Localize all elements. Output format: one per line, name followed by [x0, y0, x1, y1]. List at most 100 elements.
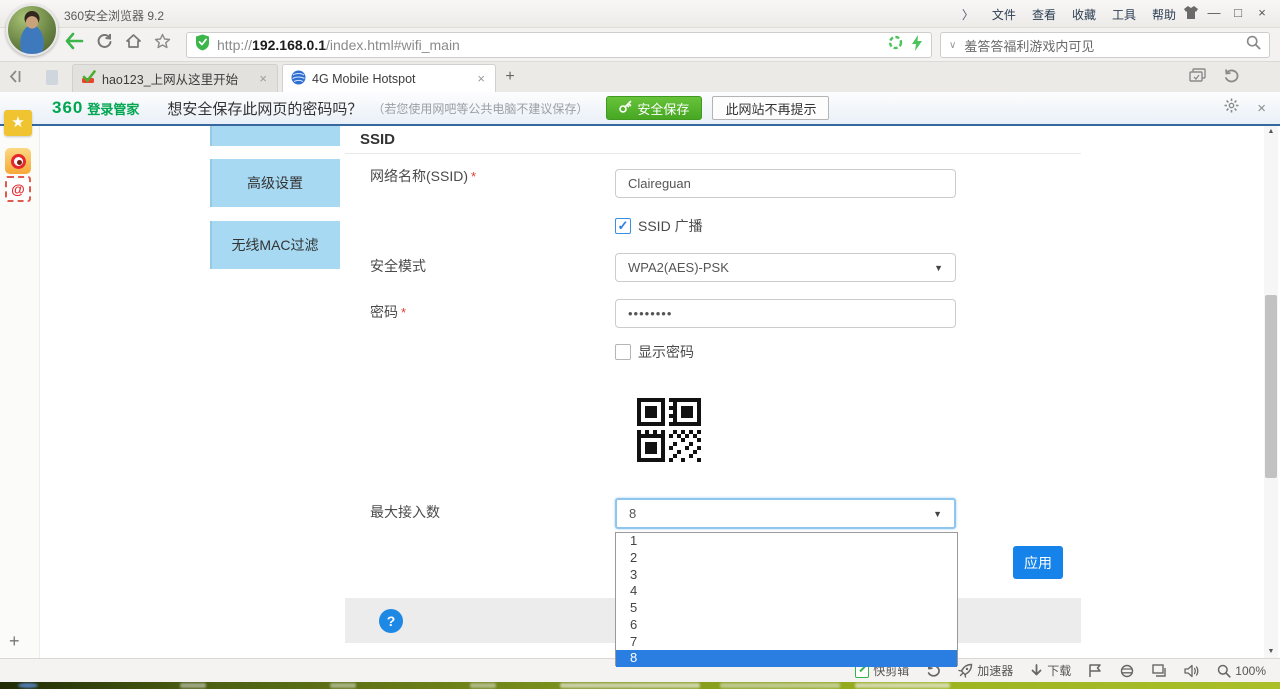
gear-icon[interactable] [1224, 98, 1239, 118]
save-password-question: 想安全保存此网页的密码吗？ [167, 98, 362, 119]
save-password-hint: （若您使用网吧等公共电脑不建议保存） [372, 100, 588, 117]
menu-file[interactable]: 文件 [992, 6, 1016, 23]
apply-button[interactable]: 应用 [1013, 546, 1063, 579]
scroll-down-icon[interactable]: ▼ [1264, 646, 1278, 658]
restore-windows-icon[interactable] [1189, 68, 1207, 89]
tab-4g-hotspot[interactable]: 4G Mobile Hotspot × [282, 64, 496, 92]
show-password-row[interactable]: 显示密码 [615, 342, 694, 362]
weibo-icon[interactable] [5, 148, 31, 174]
max-clients-select[interactable]: 8 ▼ [615, 498, 956, 529]
required-mark: * [471, 169, 476, 184]
dropdown-option[interactable]: 3 [616, 567, 957, 584]
ssid-section-title: SSID [360, 131, 395, 148]
site-security-shield-icon[interactable] [195, 34, 210, 56]
dropdown-option[interactable]: 5 [616, 600, 957, 617]
search-box[interactable]: ∨ [940, 32, 1270, 58]
minimize-button[interactable]: — [1202, 2, 1226, 24]
ssid-broadcast-label: SSID 广播 [638, 216, 703, 236]
refresh-icon[interactable] [96, 33, 113, 49]
search-input[interactable] [964, 38, 1246, 53]
mention-at-icon[interactable]: @ [5, 176, 31, 202]
login-manager-name: 登录管家 [87, 99, 139, 118]
scrollbar-thumb[interactable] [1265, 295, 1277, 478]
zoom-control[interactable]: 100% [1217, 664, 1266, 678]
speed-lightning-icon[interactable] [911, 35, 923, 56]
dropdown-option-selected[interactable]: 8 [616, 650, 957, 667]
back-icon[interactable] [64, 33, 84, 49]
sidebar-item-advanced-settings[interactable]: 高级设置 [210, 159, 340, 207]
never-prompt-label: 此网站不再提示 [725, 99, 816, 118]
password-input[interactable] [615, 299, 956, 328]
show-password-checkbox[interactable] [615, 344, 631, 360]
max-clients-value: 8 [629, 506, 636, 521]
dropdown-option[interactable]: 6 [616, 617, 957, 634]
search-magnifier-icon[interactable] [1246, 35, 1261, 55]
report-flag-icon[interactable] [1088, 664, 1102, 678]
menu-help[interactable]: 帮助 [1152, 6, 1176, 23]
window-controls: — □ × [1202, 2, 1274, 24]
menu-favorites[interactable]: 收藏 [1072, 6, 1096, 23]
menu-view[interactable]: 查看 [1032, 6, 1056, 23]
menu-expander-icon[interactable]: 〉 [962, 6, 974, 23]
switch-display-icon[interactable] [1152, 664, 1167, 677]
favorites-star-icon[interactable]: ★ [4, 110, 32, 136]
skin-theme-icon[interactable] [1182, 5, 1202, 23]
ssid-label: 网络名称(SSID)* [370, 166, 476, 186]
ssid-broadcast-row[interactable]: ✓ SSID 广播 [615, 216, 703, 236]
close-button[interactable]: × [1250, 2, 1274, 24]
collapse-tabs-icon[interactable] [8, 69, 24, 89]
chevron-down-icon: ▼ [933, 509, 942, 519]
dropdown-option[interactable]: 4 [616, 583, 957, 600]
tab-close-icon[interactable]: × [475, 71, 487, 86]
show-password-label: 显示密码 [638, 342, 694, 362]
scroll-up-icon[interactable]: ▲ [1264, 126, 1278, 138]
help-icon[interactable]: ? [379, 609, 403, 633]
never-prompt-button[interactable]: 此网站不再提示 [712, 96, 829, 120]
tab-label: 4G Mobile Hotspot [312, 72, 475, 86]
dropdown-option[interactable]: 1 [616, 533, 957, 550]
security-mode-label: 安全模式 [370, 256, 426, 276]
wifi-qr-code [637, 398, 701, 462]
address-bar: http://192.168.0.1/index.html#wifi_main … [0, 28, 1280, 62]
search-engine-chevron-icon[interactable]: ∨ [949, 40, 956, 51]
secure-save-label: 安全保存 [637, 99, 689, 118]
ie-mode-icon[interactable] [1119, 664, 1135, 678]
add-sidebar-app-icon[interactable]: + [9, 631, 20, 652]
security-mode-value: WPA2(AES)-PSK [628, 260, 729, 275]
tab-hao123[interactable]: hao123_上网从这里开始 × [72, 64, 278, 92]
sidebar-item-partial[interactable] [210, 126, 340, 146]
security-mode-select[interactable]: WPA2(AES)-PSK ▼ [615, 253, 956, 282]
section-divider [345, 153, 1081, 154]
url-host: 192.168.0.1 [252, 37, 326, 53]
password-label: 密码* [370, 302, 406, 322]
url-field[interactable]: http://192.168.0.1/index.html#wifi_main [186, 32, 932, 58]
max-clients-dropdown: 1 2 3 4 5 6 7 8 [615, 532, 958, 666]
speaker-icon[interactable] [1184, 664, 1200, 678]
url-text: http://192.168.0.1/index.html#wifi_main [217, 37, 888, 53]
extension-wheel-icon[interactable] [888, 35, 903, 55]
sidebar-item-mac-filter[interactable]: 无线MAC过滤 [210, 221, 340, 269]
new-tab-button[interactable]: + [500, 68, 520, 88]
reopen-closed-tab-icon[interactable] [1223, 68, 1240, 89]
dropdown-option[interactable]: 7 [616, 634, 957, 651]
accelerator-label: 加速器 [977, 662, 1013, 679]
chevron-down-icon: ▼ [934, 263, 943, 273]
ssid-broadcast-checkbox[interactable]: ✓ [615, 218, 631, 234]
router-page-content: 高级设置 无线MAC过滤 SSID 网络名称(SSID)* ✓ SSID 广播 … [40, 126, 1264, 658]
home-icon[interactable] [125, 33, 142, 49]
menu-tools[interactable]: 工具 [1112, 6, 1136, 23]
dropdown-option[interactable]: 2 [616, 550, 957, 567]
ssid-input[interactable] [615, 169, 956, 198]
user-avatar[interactable] [6, 4, 58, 56]
vertical-scrollbar[interactable]: ▲ ▼ [1264, 126, 1278, 658]
tab-bar: hao123_上网从这里开始 × 4G Mobile Hotspot × + [0, 62, 1280, 92]
close-bar-icon[interactable]: × [1257, 100, 1266, 117]
login-manager-logo: 360 [52, 98, 83, 118]
download-button[interactable]: 下载 [1030, 662, 1071, 679]
favorite-star-icon[interactable] [154, 33, 171, 49]
accelerator-button[interactable]: 加速器 [958, 662, 1013, 679]
secure-save-button[interactable]: 安全保存 [606, 96, 702, 120]
tab-list-icon[interactable] [46, 70, 58, 85]
maximize-button[interactable]: □ [1226, 2, 1250, 24]
tab-close-icon[interactable]: × [257, 71, 269, 86]
